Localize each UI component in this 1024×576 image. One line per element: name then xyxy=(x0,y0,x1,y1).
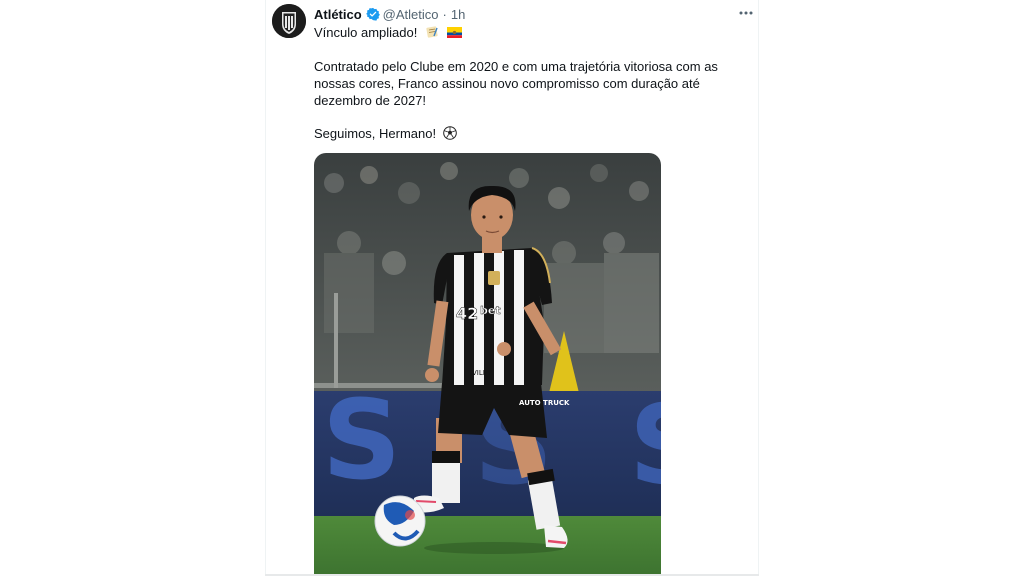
tweet-text-line: Seguimos, Hermano! xyxy=(314,125,457,142)
tweet-text-closing: Seguimos, Hermano! xyxy=(314,126,437,141)
tweet-text-paragraph: Contratado pelo Clube em 2020 e com uma … xyxy=(314,59,718,108)
page: Atlético @Atletico · 1h Vínculo ampliado… xyxy=(0,0,1024,576)
tweet-header: Atlético @Atletico · 1h xyxy=(314,5,465,23)
verified-badge-icon xyxy=(365,7,380,21)
shorts-sponsor-text: AUTO TRUCK xyxy=(519,399,570,407)
jersey-number-text: 42 xyxy=(456,304,478,323)
user-handle[interactable]: @Atletico xyxy=(383,7,439,22)
tweet-text-headline: Vínculo ampliado! xyxy=(314,25,418,40)
separator-dot: · xyxy=(442,6,447,22)
soccer-ball-icon xyxy=(442,126,457,140)
tweet-text-line: Vínculo ampliado! xyxy=(314,24,462,41)
svg-text:S: S xyxy=(629,381,661,509)
football-player-photo: S S S AUTO TRUCK xyxy=(314,153,661,576)
more-options-icon[interactable] xyxy=(736,4,756,22)
avatar[interactable] xyxy=(272,4,306,38)
scroll-emoji-icon xyxy=(425,25,439,39)
tweet-media-photo[interactable]: S S S AUTO TRUCK xyxy=(314,153,661,576)
jersey-lower-text: VILMA xyxy=(472,369,494,377)
display-name[interactable]: Atlético xyxy=(314,7,362,22)
ecuador-flag-icon xyxy=(446,25,462,38)
svg-text:S: S xyxy=(322,376,401,504)
timestamp[interactable]: 1h xyxy=(451,7,465,22)
jersey-sponsor-text: bet xyxy=(480,304,501,317)
club-crest-icon xyxy=(272,4,306,38)
